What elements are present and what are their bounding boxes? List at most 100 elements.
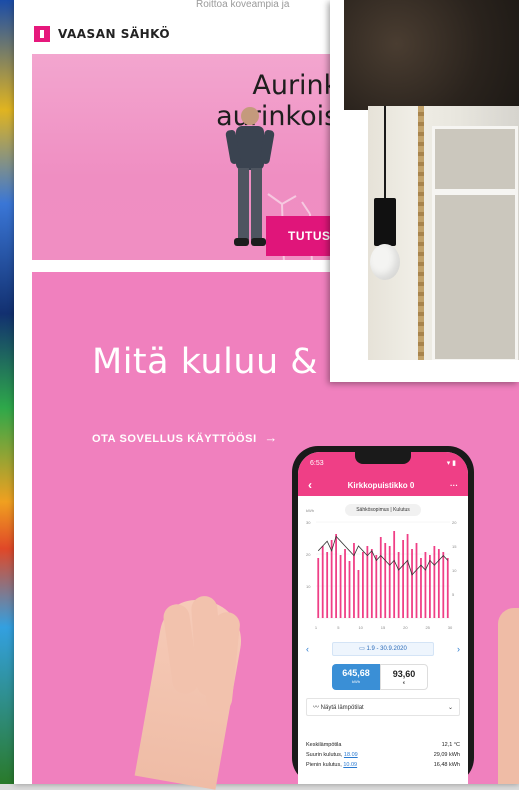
chart-bar (357, 570, 360, 618)
temp-toggle-label: Näytä lämpötilat (320, 705, 364, 711)
chart-x-tick: 30 (448, 625, 453, 630)
show-temperatures-select[interactable]: 〰 Näytä lämpötilat ⌄ (306, 698, 460, 716)
chart-bar (366, 546, 369, 618)
stat-date-link[interactable]: 10.09 (343, 762, 357, 768)
total-eur-unit: € (402, 680, 406, 685)
menu-icon[interactable]: ··· (450, 481, 458, 490)
soil-photo (344, 0, 519, 110)
chart-x-tick: 25 (425, 625, 430, 630)
date-range-row: ‹ ▭ 1.9 - 30.9.2020 › (298, 642, 468, 656)
stat-label: Suurin kulutus, (306, 752, 343, 758)
chart-x-tick: 15 (381, 625, 386, 630)
total-kwh-value: 645,68 (342, 668, 370, 678)
date-range-picker[interactable]: ▭ 1.9 - 30.9.2020 (332, 642, 434, 656)
chart-bar (420, 558, 422, 618)
stat-value: 12,1 °C (441, 742, 460, 748)
chart-bar (384, 543, 387, 618)
chart-bar (370, 549, 373, 618)
window-bar (435, 189, 515, 195)
chart-bar (411, 549, 413, 618)
stats-list: Keskilämpötila 12,1 °C Suurin kulutus, 1… (306, 740, 460, 770)
brand-logo[interactable]: VAASAN SÄHKÖ (34, 26, 170, 42)
trend-icon: 〰 (313, 705, 321, 711)
chart-x-tick: 1 (315, 625, 318, 630)
chart-series-line (317, 535, 449, 576)
totals-toggle: 645,68 kWh 93,60 € (332, 664, 428, 690)
chart-y-tick-right: 15 (452, 544, 457, 549)
hero-title-line1: Aurinkop (252, 70, 332, 101)
lamp-photo (368, 106, 519, 360)
status-icons: ▾ ▮ (446, 460, 456, 467)
chart-bar (379, 537, 382, 618)
logo-text: VAASAN SÄHKÖ (58, 27, 171, 41)
stat-row: Pienin kulutus, 10.09 16,48 kWh (306, 760, 460, 770)
chart-y-tick: 10 (306, 584, 311, 589)
chart-bar (442, 552, 445, 618)
chart-bar (362, 552, 364, 618)
get-app-link-label: OTA SOVELLUS KÄYTTÖÖSI (92, 433, 257, 445)
prev-range-icon[interactable]: ‹ (306, 644, 309, 654)
chevron-down-icon: ⌄ (447, 705, 453, 711)
rope (418, 106, 424, 360)
chart-bar (406, 534, 409, 618)
date-range-label: 1.9 - 30.9.2020 (366, 646, 407, 652)
status-time: 6:53 (310, 459, 324, 467)
chart-bar (326, 552, 329, 618)
chart-y-tick-right: 20 (452, 520, 457, 525)
total-kwh-unit: kWh (352, 679, 360, 684)
chart-bar (433, 546, 436, 618)
chart-bar (335, 534, 337, 618)
stat-value: 29,09 kWh (433, 752, 460, 758)
arrow-right-icon: → (264, 430, 279, 445)
stat-row: Suurin kulutus, 18.09 29,09 kWh (306, 750, 460, 760)
chart-x-tick: 10 (358, 625, 363, 630)
stat-label: Pienin kulutus, (306, 762, 342, 768)
phone-screen: 6:53 ▾ ▮ ‹ Kirkkopuistikko 0 ··· Sähköso… (298, 452, 468, 784)
lamp-cord (384, 106, 386, 202)
chart-bar (393, 531, 396, 618)
consumption-chart: 30201020151051 5 10 15 20 25 30 (306, 520, 457, 630)
app-header: ‹ Kirkkopuistikko 0 ··· (298, 474, 468, 496)
chart-bar (402, 540, 404, 618)
chart-bar (344, 549, 346, 618)
stat-date-link[interactable]: 18.09 (344, 752, 358, 758)
chart-bar (415, 543, 418, 618)
total-eur-tab[interactable]: 93,60 € (380, 664, 428, 690)
chart-bar (317, 558, 320, 618)
chart-bar (348, 561, 351, 618)
chart-y-tick: 30 (306, 520, 311, 525)
chart-bar (388, 546, 391, 618)
window-frame (432, 126, 518, 360)
chart-bar (429, 555, 431, 618)
logo-mark-icon (34, 26, 50, 42)
stat-value: 16,48 kWh (433, 762, 460, 768)
text-snippet: Roittoa koveampia ja (196, 0, 290, 10)
back-icon[interactable]: ‹ (308, 478, 312, 492)
promo-title: Mitä kuluu & m (92, 342, 365, 382)
phone-notch (355, 452, 411, 464)
lamp-socket (374, 198, 396, 246)
hero-banner: Aurinkop aurinkoisim TUTUS (32, 54, 332, 260)
stat-row: Keskilämpötila 12,1 °C (306, 740, 460, 750)
light-bulb-icon (370, 244, 400, 280)
chart-x-tick: 5 (337, 625, 340, 630)
app-header-title: Kirkkopuistikko 0 (347, 480, 415, 490)
chart-bar (397, 552, 400, 618)
chart-bar (424, 552, 427, 618)
chart-y-tick: 20 (306, 552, 311, 557)
chart-y-tick-right: 5 (452, 592, 455, 597)
hand-right-illustration (498, 608, 519, 784)
chart-x-tick: 20 (403, 625, 408, 630)
next-range-icon[interactable]: › (457, 644, 460, 654)
chart-bar (339, 555, 342, 618)
total-kwh-tab[interactable]: 645,68 kWh (332, 664, 380, 690)
chart-unit-label: kWh (306, 508, 314, 513)
chart-bar (446, 558, 449, 618)
stat-label: Keskilämpötila (306, 742, 342, 748)
get-app-link[interactable]: OTA SOVELLUS KÄYTTÖÖSI → (92, 430, 278, 445)
chart-y-tick-right: 10 (452, 568, 457, 573)
chart-bar (375, 555, 378, 618)
chart-bar (321, 546, 324, 618)
total-eur-value: 93,60 (392, 669, 416, 679)
hero-cta-button[interactable]: TUTUS (266, 216, 332, 256)
